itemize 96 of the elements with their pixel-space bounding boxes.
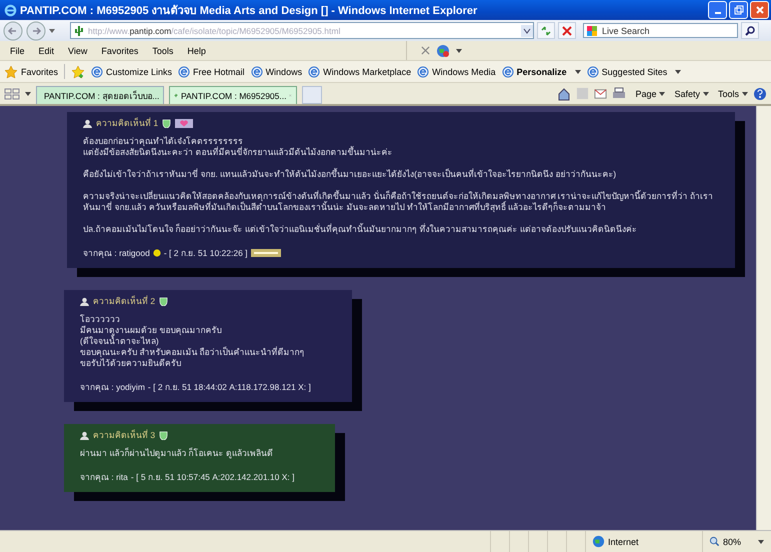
quick-tabs-icon[interactable]: [4, 88, 20, 100]
menu-item[interactable]: Favorites: [97, 46, 142, 56]
shield-icon: [162, 118, 172, 128]
browser-logo-icon: [4, 4, 17, 16]
browser-page-icon: [178, 66, 190, 78]
search-field[interactable]: Live Search: [583, 23, 738, 38]
zoom-level[interactable]: 80%: [702, 531, 771, 552]
minimize-icon: [714, 12, 720, 14]
user-icon: [80, 430, 89, 440]
comment-text: คือยังไม่เข้าใจว่าถ้าเราหันมาขี่ จกย. แทนแล้วมันจะทำให้ต้นไม้งอกขึ้นมาเยอะแยะได้ยังไง(อาจจะเป็นคนที่เข้าใจอะไรยากนิดนึง อย่าว่ากันนะคะ): [83, 169, 618, 180]
favorites-link[interactable]: Suggested Sites: [586, 66, 682, 78]
restore-icon: [734, 5, 744, 15]
comment-timestamp: - [ 2 ก.ย. 51 18:44:02 A:118.172.98.121 X: ]: [148, 381, 311, 394]
comment-text: โอวววววว: [80, 314, 121, 325]
caret-icon: [574, 70, 581, 74]
stop-button[interactable]: [558, 22, 576, 39]
favorites-link[interactable]: Free Hotmail: [178, 66, 245, 78]
comment-number: ความคิดเห็นที่ 1: [96, 116, 158, 130]
comment-text: (ดีใจจนน้ำตาจะไหล): [80, 336, 160, 347]
comment-text: ปล.ถ้าคอมเม้นไม่โดนใจ ก็ออย่าว่ากันนะจ๊ะ แต่เข้าใจว่าแอนิเมชั่นที่คุณทำนั้นมันยากมากๆ ทึ่งในความสามารถคุณค่ะ แต่อาจต้องปรับแนวคิดนิดนึงค่ะ: [83, 224, 638, 235]
close-button[interactable]: [750, 1, 769, 19]
favorites-link[interactable]: Personalize: [502, 66, 581, 78]
home-icon[interactable]: [557, 86, 572, 100]
close-icon[interactable]: [420, 46, 430, 55]
mail-icon[interactable]: [594, 87, 608, 100]
search-button[interactable]: [741, 22, 759, 39]
search-icon: [744, 24, 756, 36]
cactus-icon: [73, 24, 85, 36]
caret-icon[interactable]: [49, 28, 55, 32]
close-icon: [754, 5, 764, 15]
shield-icon: [159, 430, 168, 440]
comment-number: ความคิดเห็นที่ 2: [93, 294, 156, 308]
menu-item[interactable]: File: [6, 46, 29, 56]
window-title: PANTIP.COM : M6952905 งานตัวจบ Media Arts and Design [] - Windows Internet Explorer: [20, 4, 478, 19]
comment-text: มีคนมาดูงานผมด้วย ขอบคุณมากครับ: [80, 325, 222, 336]
menu-item[interactable]: Help: [183, 46, 210, 56]
browser-page-icon: [91, 66, 104, 78]
comment-author: จากคุณ : yodiyim: [80, 381, 145, 394]
browser-tab[interactable]: PANTIP.COM : สุดยอดเว็บบอ...: [36, 86, 164, 104]
star-icon: [4, 64, 18, 78]
comment-text: ขอบคุณนะครับ สำหรับคอมเม้น ถือว่าเป็นคำแนะนำที่ดีมากๆ: [80, 347, 306, 358]
shield-icon: [159, 296, 168, 306]
forward-button[interactable]: [26, 20, 46, 40]
favorites-link[interactable]: Windows Marketplace: [308, 66, 412, 78]
caret-icon: [675, 70, 682, 74]
menu-item[interactable]: View: [64, 46, 92, 56]
smiley-icon: [152, 249, 161, 257]
comment-author: จากคุณ : rita: [80, 471, 128, 484]
caret-icon: [659, 92, 666, 96]
back-button[interactable]: [3, 20, 23, 40]
comment-text: แต่ยังมีข้อสงสัยนิดนึงนะคะว่า ตอนที่มีคนขี่จักรยานแล้วมีต้นไม้งอกตามขึ้นมาน่ะค่ะ: [83, 147, 394, 158]
comment-number: ความคิดเห็นที่ 3: [93, 428, 156, 442]
refresh-icon: [540, 24, 552, 36]
printer-icon[interactable]: [612, 86, 626, 100]
caret-icon: [742, 92, 748, 96]
favorites-link[interactable]: Windows Media: [417, 66, 496, 78]
caret-icon[interactable]: [456, 48, 462, 52]
menu-item[interactable]: Edit: [34, 46, 58, 56]
caret-icon: [702, 92, 709, 96]
caret-icon: [758, 540, 764, 544]
globe-icon[interactable]: [436, 44, 450, 58]
favorites-link[interactable]: Customize Links: [91, 66, 172, 78]
browser-page-icon: [308, 66, 320, 78]
globe-icon: [592, 535, 605, 548]
comment-timestamp: - [ 2 ก.ย. 51 10:22:26 ]: [164, 247, 248, 260]
browser-page-icon: [502, 66, 514, 78]
menu-item[interactable]: Tools: [148, 46, 178, 56]
favorites-link[interactable]: Windows: [250, 66, 302, 78]
dropdown-icon[interactable]: [521, 24, 533, 36]
favorites-button[interactable]: Favorites: [4, 64, 58, 78]
address-field[interactable]: http://www.pantip.com/cafe/isolate/topic/M6952905/M6952905.html: [70, 22, 534, 39]
user-icon: [83, 118, 92, 128]
comment-timestamp: - [ 5 ก.ย. 51 10:57:45 A:202.142.201.10 X: ]: [130, 471, 294, 484]
user-icon: [80, 296, 89, 306]
stop-icon: [561, 24, 573, 36]
browser-tab[interactable]: PANTIP.COM : M6952905...: [169, 86, 297, 104]
scrollbar[interactable]: [756, 106, 771, 530]
help-icon[interactable]: [753, 86, 767, 100]
magnifier-icon: [709, 536, 720, 547]
comment-text: ต้องบอกก่อนว่าคุณทำได้เจ๋งโคตรรรรรรรร: [83, 136, 243, 146]
add-favorite-icon[interactable]: [71, 64, 86, 78]
restore-button[interactable]: [729, 1, 748, 19]
security-zone: Internet: [585, 531, 702, 552]
comment-text: ผ่านมา แล้วก็ผ่านไปดูมาแล้ว ก็โอเคนะ ดูแล้วเพลินดี: [80, 448, 274, 459]
minimize-button[interactable]: [708, 1, 727, 19]
browser-page-icon: [250, 66, 263, 78]
command-menu[interactable]: Page: [635, 88, 666, 98]
comment-text: ความจริงน่าจะเปลี่ยนแนวคิดให้สอดคล้องกับเหตุการณ์ข้างต้นที่เกิดขึ้นมาแล้ว นั่นก็คือถ้าใช้รถยนต์จะก่อให้เกิดมลพิษทางอากาศ เราน่าจะแก้ไขปัญหานี้ด้วยการที่ว่า ถ้าเราหันมาขี่ จกย.แล้ว ควันหรือมลพิษที่มันเกิดเป็นสีดำบนโลกของเรานั้นน่ะ มันจะลดหายไป ทำให้โลกมีอากาศที่บริสุทธิ์ แล้วอะไรดีๆก็จะตามมาจ้า: [83, 191, 714, 213]
browser-page-icon: [586, 66, 599, 78]
browser-page-icon: [417, 66, 430, 78]
caret-icon[interactable]: [25, 92, 31, 96]
command-menu[interactable]: Safety: [674, 88, 709, 98]
comment-author: จากคุณ : ratigood: [83, 247, 150, 260]
heart-badge-icon: [175, 118, 194, 128]
command-menu[interactable]: Tools: [718, 88, 748, 98]
comment-text: ขอรับไว้ด้วยความยินดีครับ: [80, 358, 182, 369]
